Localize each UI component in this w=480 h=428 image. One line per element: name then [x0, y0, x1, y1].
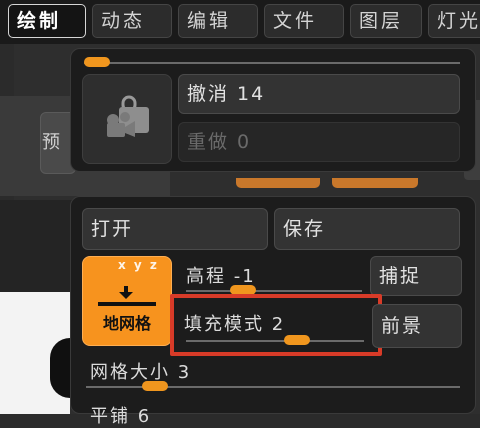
undo-button[interactable]: 撤消 14 [178, 74, 460, 114]
menu-tab-layer[interactable]: 图层 [350, 4, 422, 38]
menu-tab-draw[interactable]: 绘制 [8, 4, 86, 38]
floor-line-icon [98, 302, 156, 306]
floor-axes-label: x y z [118, 258, 159, 272]
grid-size-label: 网格大小 3 [90, 362, 192, 383]
redo-button[interactable]: 重做 0 [178, 122, 460, 162]
background-strip-dark [0, 200, 72, 292]
elevation-slider-track[interactable] [186, 290, 362, 292]
camera-lock-button[interactable] [82, 74, 172, 164]
menu-tab-light[interactable]: 灯光 [428, 4, 480, 38]
tiling-label: 平铺 6 [90, 406, 152, 427]
floor-grid-label: 地网格 [102, 314, 151, 333]
history-slider-knob[interactable] [84, 57, 110, 67]
background-orange-slider [332, 178, 418, 188]
menu-tab-movie[interactable]: 动态 [92, 4, 172, 38]
snap-button[interactable]: 捕捉 [370, 256, 462, 296]
menu-bar: 绘制 动态 编辑 文件 图层 灯光 [0, 0, 480, 44]
open-button[interactable]: 打开 [82, 208, 268, 250]
highlight-box [170, 294, 382, 356]
menu-tab-file[interactable]: 文件 [264, 4, 344, 38]
left-panel-label: 预 [42, 132, 60, 153]
grid-size-slider-knob[interactable] [142, 381, 168, 391]
history-slider-track[interactable] [84, 62, 460, 64]
camera-lock-icon [107, 95, 149, 137]
background-orange-slider [236, 178, 320, 188]
floor-arrow-icon [119, 286, 133, 299]
save-button[interactable]: 保存 [274, 208, 460, 250]
menu-tab-edit[interactable]: 编辑 [178, 4, 258, 38]
foreground-button[interactable]: 前景 [372, 304, 462, 348]
